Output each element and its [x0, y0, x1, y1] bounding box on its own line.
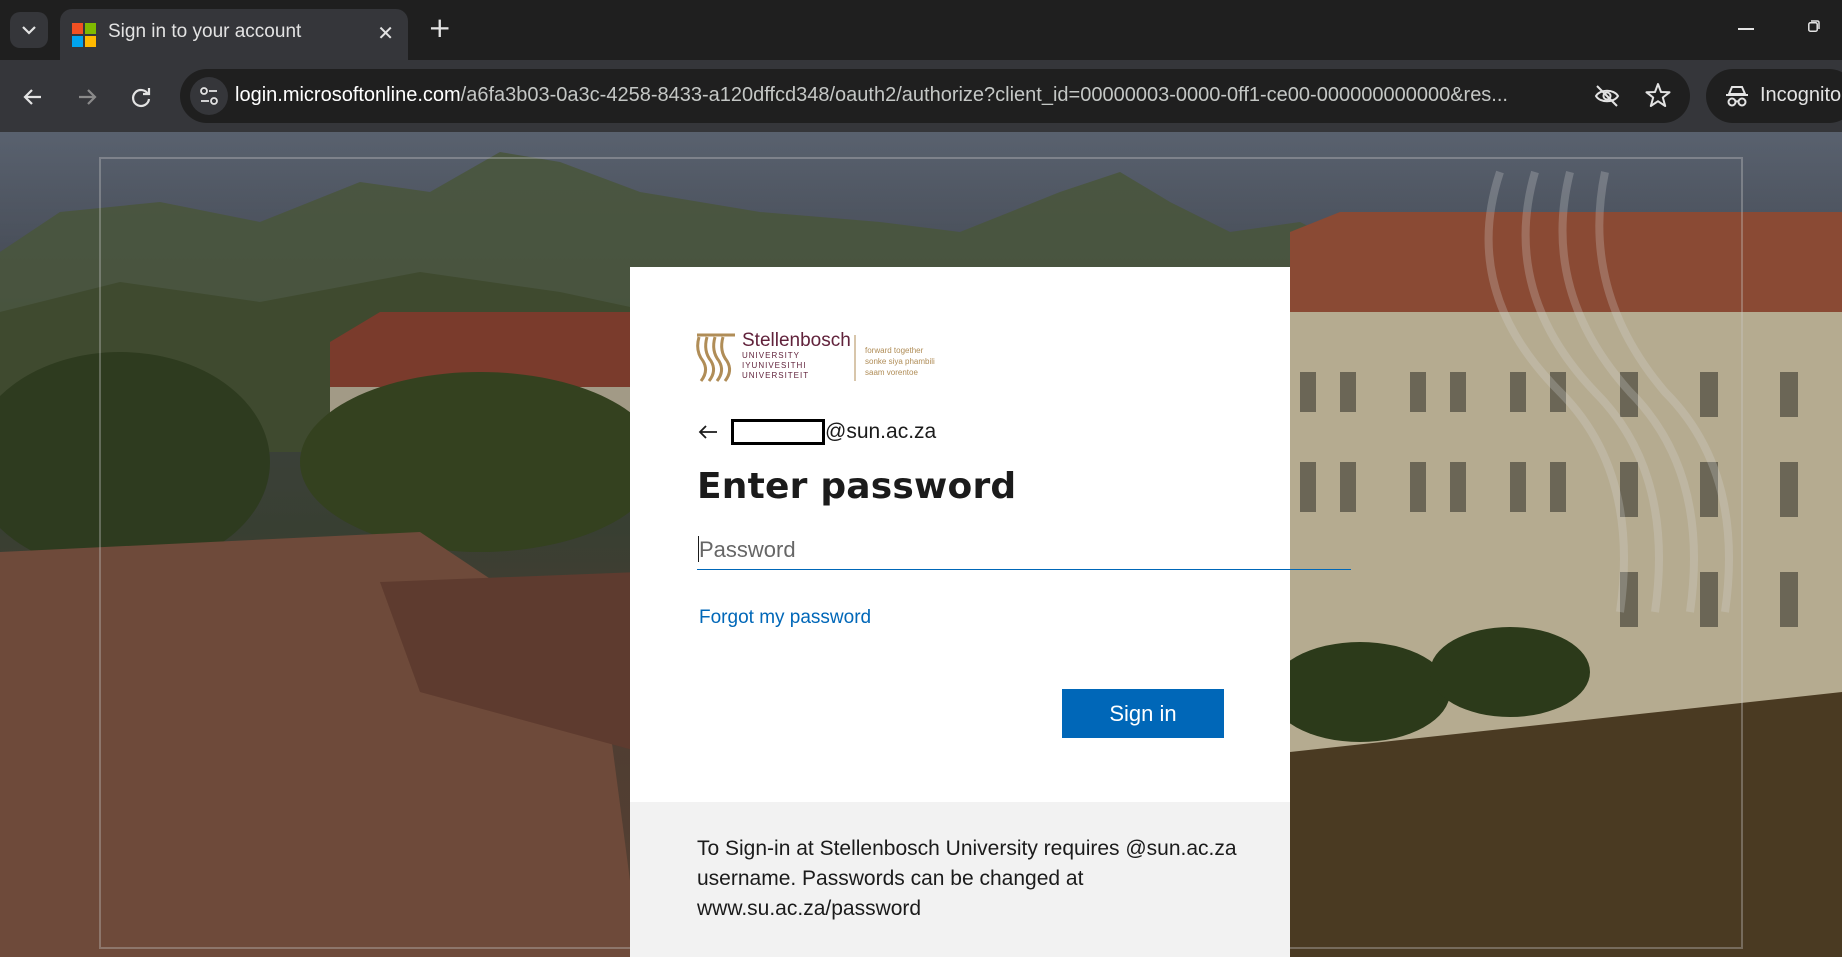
- url-path: /a6fa3b03-0a3c-4258-8433-a120dffcd348/oa…: [460, 84, 1508, 106]
- footer-text: To Sign-in at Stellenbosch University re…: [697, 837, 1237, 920]
- browser-toolbar: login.microsoftonline.com/a6fa3b03-0a3c-…: [0, 60, 1842, 132]
- logo-sub-3: UNIVERSITEIT: [742, 371, 810, 380]
- eye-off-icon[interactable]: [1593, 83, 1621, 109]
- sign-in-page: Stellenbosch UNIVERSITY IYUNIVESITHI UNI…: [0, 132, 1842, 957]
- bookmark-star-icon[interactable]: [1644, 81, 1672, 109]
- password-field[interactable]: [697, 530, 1351, 570]
- site-info-button[interactable]: [190, 77, 228, 115]
- logo-sub-1: UNIVERSITY: [742, 351, 801, 360]
- url-text[interactable]: login.microsoftonline.com/a6fa3b03-0a3c-…: [235, 84, 1575, 107]
- incognito-icon: [1726, 86, 1748, 107]
- sign-in-card: Stellenbosch UNIVERSITY IYUNIVESITHI UNI…: [630, 267, 1351, 957]
- logo-name: Stellenbosch: [742, 330, 851, 351]
- back-arrow-icon[interactable]: [695, 419, 721, 445]
- incognito-label: Incognito: [1760, 84, 1842, 106]
- account-identity: @sun.ac.za: [695, 417, 936, 447]
- new-tab-button[interactable]: +: [428, 14, 451, 42]
- url-host: login.microsoftonline.com: [235, 84, 461, 106]
- account-domain: @sun.ac.za: [825, 420, 937, 443]
- tagline-2: sonke siya phambili: [865, 357, 935, 366]
- info-footer: To Sign-in at Stellenbosch University re…: [630, 802, 1290, 957]
- redacted-username: [731, 419, 825, 445]
- restore-window-icon[interactable]: [1808, 20, 1820, 32]
- tagline-3: saam vorentoe: [865, 368, 918, 377]
- tab-title: Sign in to your account: [108, 21, 302, 42]
- tab-active[interactable]: Sign in to your account ✕: [60, 9, 408, 60]
- sign-in-button[interactable]: Sign in: [1062, 689, 1224, 738]
- minimize-window-icon[interactable]: [1738, 28, 1754, 30]
- page-title: Enter password: [697, 466, 1017, 507]
- microsoft-logo-icon: [72, 23, 96, 47]
- forward-icon[interactable]: [72, 82, 102, 112]
- tab-search-button[interactable]: [10, 12, 48, 48]
- logo-tagline: forward together sonke siya phambili saa…: [865, 345, 935, 378]
- text-caret: [698, 536, 699, 562]
- tab-close-icon[interactable]: ✕: [377, 21, 394, 45]
- logo-text: Stellenbosch UNIVERSITY IYUNIVESITHI UNI…: [742, 331, 851, 381]
- reload-icon[interactable]: [126, 82, 156, 112]
- incognito-indicator[interactable]: Incognito: [1706, 69, 1842, 123]
- back-icon[interactable]: [18, 82, 48, 112]
- forgot-password-link[interactable]: Forgot my password: [699, 607, 871, 629]
- tagline-1: forward together: [865, 346, 924, 355]
- chevron-down-icon: [22, 26, 36, 35]
- tune-icon: [200, 87, 218, 105]
- tab-strip: Sign in to your account ✕ +: [0, 0, 1842, 60]
- address-bar[interactable]: login.microsoftonline.com/a6fa3b03-0a3c-…: [180, 69, 1690, 123]
- logo-sub-2: IYUNIVESITHI: [742, 361, 807, 370]
